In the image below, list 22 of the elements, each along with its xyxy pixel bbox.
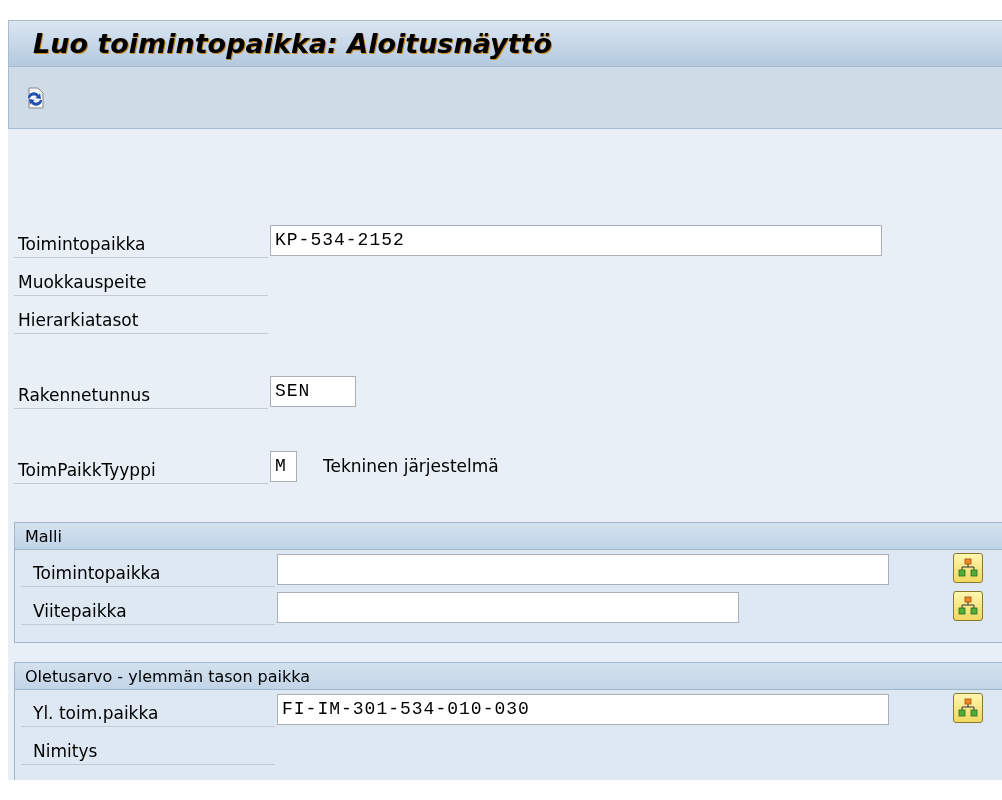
field-label: Yl. toim.paikka (21, 697, 275, 727)
field-description: Tekninen järjestelmä (323, 456, 499, 476)
field-label: Rakennetunnus (14, 379, 268, 409)
field-label: Toimintopaikka (21, 557, 275, 587)
window-title: Luo toimintopaikka: Aloitusnäyttö (8, 20, 1002, 67)
hierarchy-button[interactable] (953, 591, 983, 621)
field-label: Nimitys (21, 735, 275, 765)
field-label: Toimintopaikka (14, 228, 268, 258)
group-title: Malli (15, 523, 1002, 550)
hierarchy-button[interactable] (953, 553, 983, 583)
hierarchy-button[interactable] (953, 693, 983, 723)
field-label: ToimPaikkTyyppi (14, 454, 268, 484)
group-title: Oletusarvo - ylemmän tason paikka (15, 663, 1002, 690)
input-field[interactable] (277, 591, 739, 623)
field-label: Muokkauspeite (14, 266, 268, 296)
field-label: Viitepaikka (21, 595, 275, 625)
input-field[interactable] (277, 553, 889, 585)
field-label: Hierarkiatasot (14, 304, 268, 334)
input-field[interactable]: M (270, 450, 297, 482)
input-field[interactable]: KP-534-2152 (270, 224, 882, 256)
input-field[interactable]: FI-IM-301-534-010-030 (277, 693, 889, 725)
input-field[interactable]: SEN (270, 375, 356, 407)
